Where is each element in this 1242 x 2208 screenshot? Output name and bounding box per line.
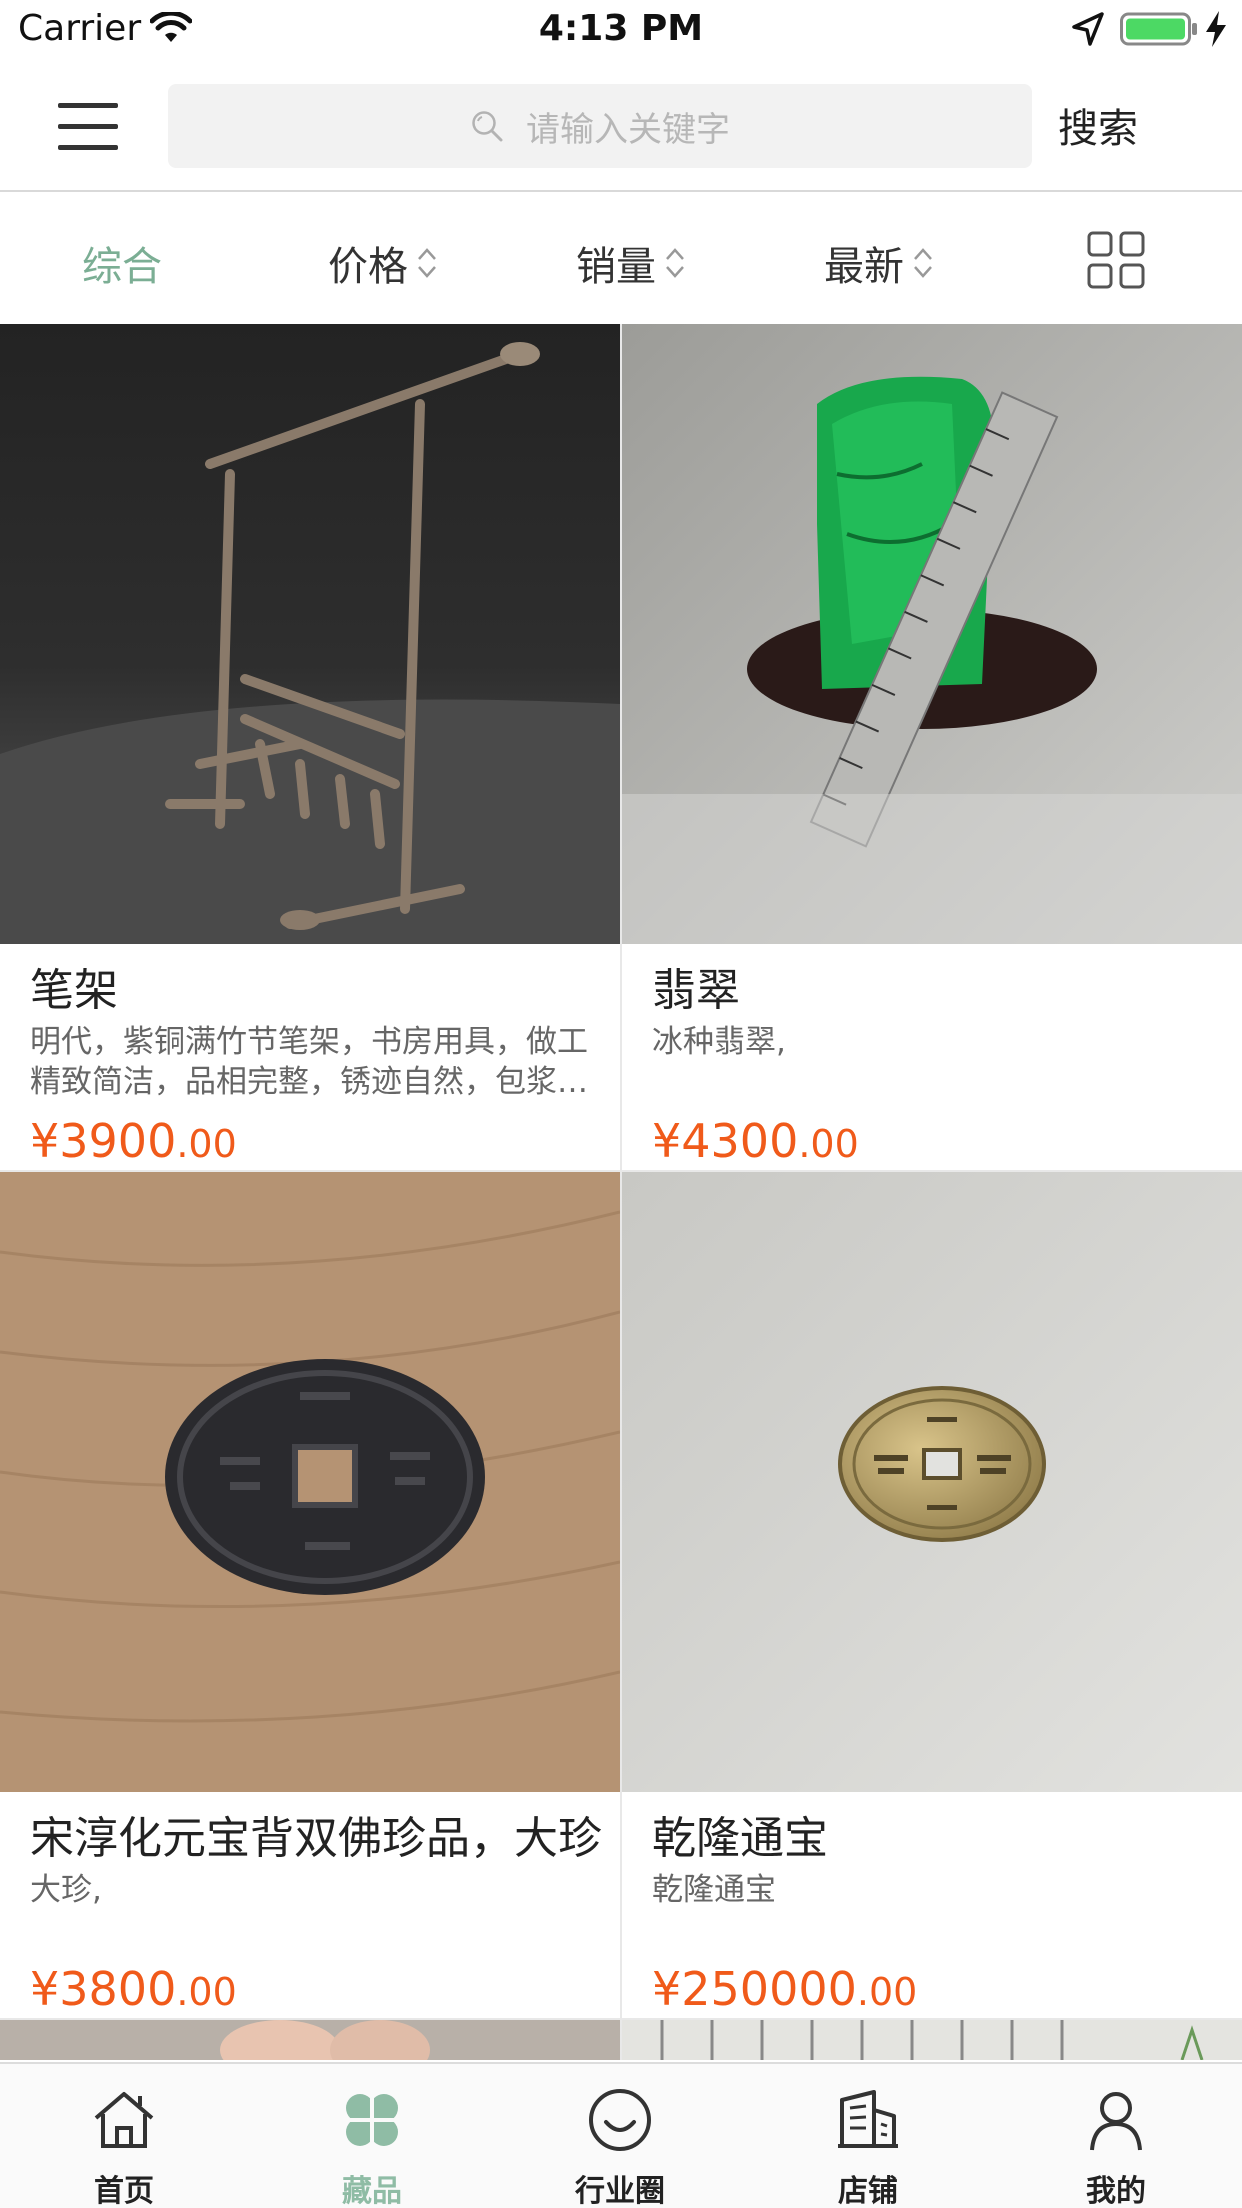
tab-label: 我的	[1086, 2174, 1146, 2208]
tab-label: 首页	[94, 2174, 154, 2208]
product-description: 冰种翡翠,	[652, 1024, 786, 1060]
price-decimal: .00	[176, 1970, 237, 2014]
sort-updown-icon	[418, 248, 436, 278]
product-description: 明代，紫铜满竹节笔架，书房用具，做工精致简洁，品相完整，锈迹自然，包浆厚实	[30, 1024, 588, 1100]
status-time: 4:13 PM	[538, 8, 704, 49]
product-description: 乾隆通宝	[652, 1872, 776, 1908]
tab-label: 藏品	[342, 2174, 402, 2208]
jade-photo	[622, 324, 1242, 944]
bottom-tab-bar: 首页 藏品 行业圈 店铺 我的	[0, 2062, 1242, 2208]
product-price: ¥3800.00	[30, 1962, 237, 2016]
search-button[interactable]: 搜索	[1058, 96, 1138, 154]
sort-newest-tab[interactable]: 最新	[824, 234, 934, 292]
status-bar: Carrier 4:13 PM	[0, 0, 1242, 62]
sort-label: 销量	[576, 244, 656, 290]
product-image	[0, 1172, 620, 1792]
product-description: 大珍,	[30, 1872, 102, 1908]
product-image	[622, 2020, 1242, 2060]
search-input[interactable]: 请输入关键字	[168, 84, 1032, 168]
price-decimal: .00	[798, 1122, 859, 1166]
product-card[interactable]	[622, 2020, 1242, 2060]
brass-coin-photo	[622, 1172, 1242, 1792]
tab-collection[interactable]: 藏品	[248, 2064, 496, 2208]
brush-rack-photo	[0, 324, 620, 944]
sort-updown-icon	[666, 248, 684, 278]
price-main: ¥3800	[30, 1962, 177, 2016]
product-price: ¥4300.00	[652, 1114, 859, 1168]
sort-label: 价格	[328, 244, 408, 290]
battery-icon	[1120, 12, 1197, 46]
sort-label: 最新	[824, 244, 904, 290]
home-icon	[94, 2092, 154, 2148]
product-price: ¥250000.00	[652, 1962, 917, 2016]
price-decimal: .00	[176, 1122, 237, 1166]
product-card[interactable]: 宋淳化元宝背双佛珍品，大珍 大珍, ¥3800.00	[0, 1172, 620, 2018]
product-price: ¥3900.00	[30, 1114, 237, 1168]
product-title: 乾隆通宝	[652, 1813, 828, 1864]
sort-bar: 综合 价格 销量 最新	[0, 194, 1242, 324]
product-image	[0, 2020, 620, 2060]
building-icon	[838, 2090, 898, 2148]
tab-label: 行业圈	[575, 2174, 665, 2208]
sort-comprehensive-tab[interactable]: 综合	[82, 234, 162, 292]
grid-view-icon[interactable]	[1086, 230, 1146, 290]
product-card[interactable]: 翡翠 冰种翡翠, ¥4300.00	[622, 324, 1242, 1170]
product-image	[0, 324, 620, 944]
product-title: 翡翠	[652, 965, 740, 1016]
tab-home[interactable]: 首页	[0, 2064, 248, 2208]
person-icon	[1090, 2092, 1142, 2151]
tab-label: 店铺	[838, 2174, 898, 2208]
smile-circle-icon	[589, 2089, 651, 2151]
clover-icon	[344, 2092, 400, 2148]
product-image	[622, 1172, 1242, 1792]
price-main: ¥3900	[30, 1114, 177, 1168]
product-card[interactable]	[0, 2020, 620, 2060]
dark-coin-photo	[0, 1172, 620, 1792]
search-icon	[472, 111, 503, 142]
price-main: ¥250000	[652, 1962, 857, 2016]
product-image	[622, 324, 1242, 944]
search-header: 请输入关键字 搜索	[0, 62, 1242, 192]
tab-shop[interactable]: 店铺	[744, 2064, 992, 2208]
product-grid: 笔架 明代，紫铜满竹节笔架，书房用具，做工精致简洁，品相完整，锈迹自然，包浆厚实…	[0, 324, 1242, 2060]
product-title: 笔架	[30, 965, 118, 1016]
sort-updown-icon	[914, 248, 932, 278]
search-placeholder: 请输入关键字	[526, 109, 730, 150]
product-card[interactable]: 笔架 明代，紫铜满竹节笔架，书房用具，做工精致简洁，品相完整，锈迹自然，包浆厚实…	[0, 324, 620, 1170]
menu-button[interactable]	[58, 99, 118, 155]
product-title: 宋淳化元宝背双佛珍品，大珍	[30, 1813, 602, 1864]
price-decimal: .00	[856, 1970, 918, 2014]
charging-bolt-icon	[1206, 11, 1226, 47]
tab-industry-circle[interactable]: 行业圈	[496, 2064, 744, 2208]
sort-label: 综合	[82, 244, 162, 290]
tab-mine[interactable]: 我的	[992, 2064, 1240, 2208]
sort-price-tab[interactable]: 价格	[328, 234, 438, 292]
product-card[interactable]: 乾隆通宝 乾隆通宝 ¥250000.00	[622, 1172, 1242, 2018]
location-arrow-icon	[1072, 12, 1104, 46]
sort-sales-tab[interactable]: 销量	[576, 234, 686, 292]
price-main: ¥4300	[652, 1114, 799, 1168]
